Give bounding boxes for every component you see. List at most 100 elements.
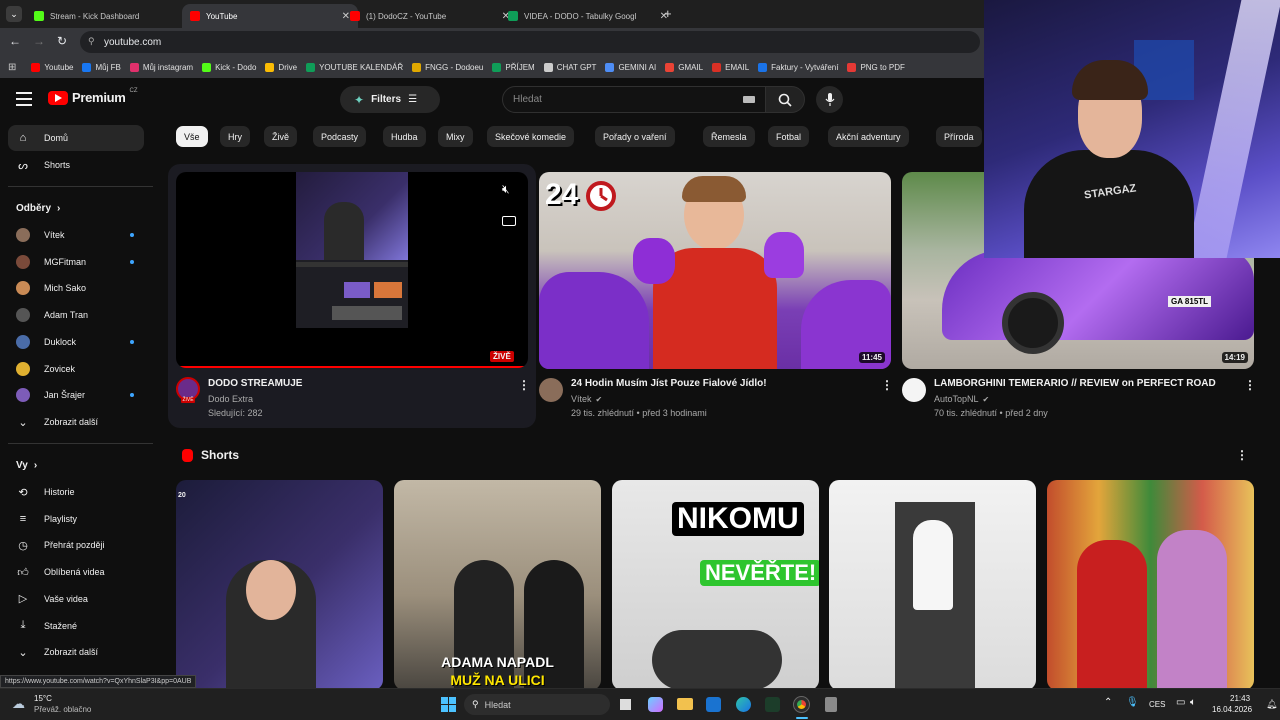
edge-icon[interactable] xyxy=(736,697,751,712)
weather-icon[interactable]: ☁ xyxy=(12,696,25,712)
terminal-icon[interactable] xyxy=(765,697,780,712)
subscription-item[interactable]: MGFitman xyxy=(8,249,144,275)
voice-search-button[interactable] xyxy=(816,86,843,113)
chrome-icon[interactable] xyxy=(793,696,810,713)
sidebar-item-watch-later[interactable]: ◷ Přehrát později xyxy=(8,532,144,558)
subscription-item[interactable]: Mich Sako xyxy=(8,275,144,301)
bookmark-item[interactable]: Faktury - Vytváření xyxy=(758,62,838,72)
subscription-item[interactable]: Vítek xyxy=(8,222,144,248)
video-title[interactable]: 24 Hodin Musím Jíst Pouze Fialové Jídlo! xyxy=(571,378,767,389)
short-item[interactable]: 20 xyxy=(176,480,383,690)
subscription-item[interactable]: Zovicek xyxy=(8,356,144,382)
sidebar-show-more-subs[interactable]: ⌄ Zobrazit další xyxy=(8,409,144,435)
bookmark-item[interactable]: EMAIL xyxy=(712,62,749,72)
sidebar-item-playlist[interactable]: ≡ Playlisty xyxy=(8,506,144,532)
channel-avatar[interactable] xyxy=(539,378,563,402)
short-item[interactable] xyxy=(829,480,1036,690)
clock-time[interactable]: 21:43 xyxy=(1230,694,1250,703)
bookmark-item[interactable]: PŘÍJEM xyxy=(492,62,535,72)
bookmark-item[interactable]: YOUTUBE KALENDÁŘ xyxy=(306,62,403,72)
more-actions-icon[interactable]: ⋮ xyxy=(1244,378,1256,392)
video-thumbnail[interactable]: 🔇︎ ŽIVĚ xyxy=(176,172,528,368)
outlook-icon[interactable] xyxy=(706,697,721,712)
bookmark-item[interactable]: GEMINI AI xyxy=(605,62,656,72)
new-tab-button[interactable]: + xyxy=(664,6,672,21)
youtube-logo[interactable]: Premium CZ xyxy=(48,88,138,105)
chip-8[interactable]: Řemesla xyxy=(703,126,755,147)
chip-1[interactable]: Hry xyxy=(220,126,250,147)
search-input[interactable]: Hledat xyxy=(513,94,743,105)
sidebar-show-more-you[interactable]: ⌄ Zobrazit další xyxy=(8,639,144,665)
shorts-more-icon[interactable]: ⋮ xyxy=(1236,448,1248,462)
video-title[interactable]: LAMBORGHINI TEMERARIO // REVIEW on PERFE… xyxy=(934,378,1216,389)
chip-5[interactable]: Mixy xyxy=(438,126,473,147)
video-title[interactable]: DODO STREAMUJE xyxy=(208,378,302,389)
bookmark-item[interactable]: PNG to PDF xyxy=(847,62,905,72)
bookmark-item[interactable]: Drive xyxy=(265,62,297,72)
captions-icon[interactable] xyxy=(502,216,516,226)
microphone-tray-icon[interactable]: 🎙︎ xyxy=(1126,697,1139,708)
file-explorer-icon[interactable] xyxy=(677,698,693,710)
chip-9[interactable]: Fotbal xyxy=(768,126,810,147)
chip-4[interactable]: Hudba xyxy=(383,126,426,147)
network-icon[interactable]: ▭ xyxy=(1176,697,1185,708)
calculator-icon[interactable] xyxy=(825,697,837,712)
address-bar[interactable]: ⚲ youtube.com xyxy=(80,31,980,53)
bookmark-item[interactable]: Můj instagram xyxy=(129,62,193,72)
keyboard-icon[interactable] xyxy=(743,96,755,103)
short-item[interactable] xyxy=(1047,480,1254,690)
tab-kick-dashboard[interactable]: Stream - Kick Dashboard ✕ xyxy=(26,4,202,28)
video-channel[interactable]: AutoTopNL ✔ xyxy=(934,394,989,404)
sidebar-item-like[interactable]: 👍︎ Oblíbená videa xyxy=(8,559,144,585)
tray-chevron-icon[interactable]: ⌃ xyxy=(1104,697,1112,708)
chip-6[interactable]: Skečové komedie xyxy=(487,126,575,147)
bookmark-item[interactable]: FNGG - Dodoeu xyxy=(412,62,483,72)
guide-menu-icon[interactable] xyxy=(16,92,32,106)
task-view-icon[interactable] xyxy=(620,699,631,710)
bookmark-item[interactable]: Kick - Dodo xyxy=(202,62,256,72)
taskbar-search[interactable]: ⚲ Hledat xyxy=(464,694,610,715)
bookmark-item[interactable]: Můj FB xyxy=(82,62,121,72)
channel-avatar[interactable]: ŽIVĚ xyxy=(176,377,200,403)
back-icon[interactable]: ← xyxy=(9,34,21,48)
video-thumbnail[interactable]: 24 11:45 xyxy=(539,172,891,369)
bookmark-item[interactable]: CHAT GPT xyxy=(543,62,596,72)
notifications-icon[interactable]: 🔔︎ xyxy=(1266,699,1277,710)
chip-7[interactable]: Pořady o vaření xyxy=(595,126,675,147)
chip-2[interactable]: Živě xyxy=(264,126,298,147)
volume-icon[interactable]: 🔈︎ xyxy=(1190,697,1196,708)
subscription-item[interactable]: Duklock xyxy=(8,329,144,355)
apps-icon[interactable]: ⊞ xyxy=(8,62,16,73)
search-button[interactable] xyxy=(765,86,805,113)
language-indicator[interactable]: CES xyxy=(1149,700,1165,709)
search-box[interactable]: Hledat xyxy=(502,86,766,113)
you-header[interactable]: Vy › xyxy=(16,460,37,471)
subscription-item[interactable]: Jan Šrajer xyxy=(8,382,144,408)
mute-icon[interactable]: 🔇︎ xyxy=(502,182,510,197)
filters-button[interactable]: ✦ Filters ☰ xyxy=(340,86,440,113)
chip-3[interactable]: Podcasty xyxy=(313,126,367,147)
chip-10[interactable]: Akční adventury xyxy=(828,126,909,147)
tab-sheets[interactable]: VIDEA - DODO - Tabulky Googl ✕ xyxy=(500,4,676,28)
more-actions-icon[interactable]: ⋮ xyxy=(881,378,893,392)
short-item[interactable]: NIKOMU NEVĚŘTE! xyxy=(612,480,819,690)
chip-0[interactable]: Vše xyxy=(176,126,208,147)
reload-icon[interactable]: ↻ xyxy=(57,34,67,48)
start-button[interactable] xyxy=(441,697,456,712)
chip-11[interactable]: Příroda xyxy=(936,126,982,147)
sidebar-item-download[interactable]: ⤓ Stažené xyxy=(8,613,144,639)
tab-youtube[interactable]: YouTube ✕ xyxy=(182,4,358,28)
subscriptions-header[interactable]: Odběry › xyxy=(16,203,60,214)
short-item[interactable]: ADAMA NAPADL MUŽ NA ULICI xyxy=(394,480,601,690)
bookmark-item[interactable]: GMAIL xyxy=(665,62,703,72)
tab-search-button[interactable]: ⌄ xyxy=(6,6,22,22)
site-info-icon[interactable]: ⚲ xyxy=(88,36,95,47)
sidebar-item-history[interactable]: ⟲ Historie xyxy=(8,479,144,505)
forward-icon[interactable]: → xyxy=(33,34,45,48)
tab-dodocz[interactable]: (1) DodoCZ - YouTube ✕ xyxy=(342,4,518,28)
video-channel[interactable]: Dodo Extra xyxy=(208,394,253,404)
video-channel[interactable]: Vítek ✔ xyxy=(571,394,602,404)
clock-date[interactable]: 16.04.2026 xyxy=(1212,705,1252,714)
sidebar-item-home[interactable]: ⌂ Domů xyxy=(8,125,144,151)
bookmark-item[interactable]: Youtube xyxy=(31,62,73,72)
